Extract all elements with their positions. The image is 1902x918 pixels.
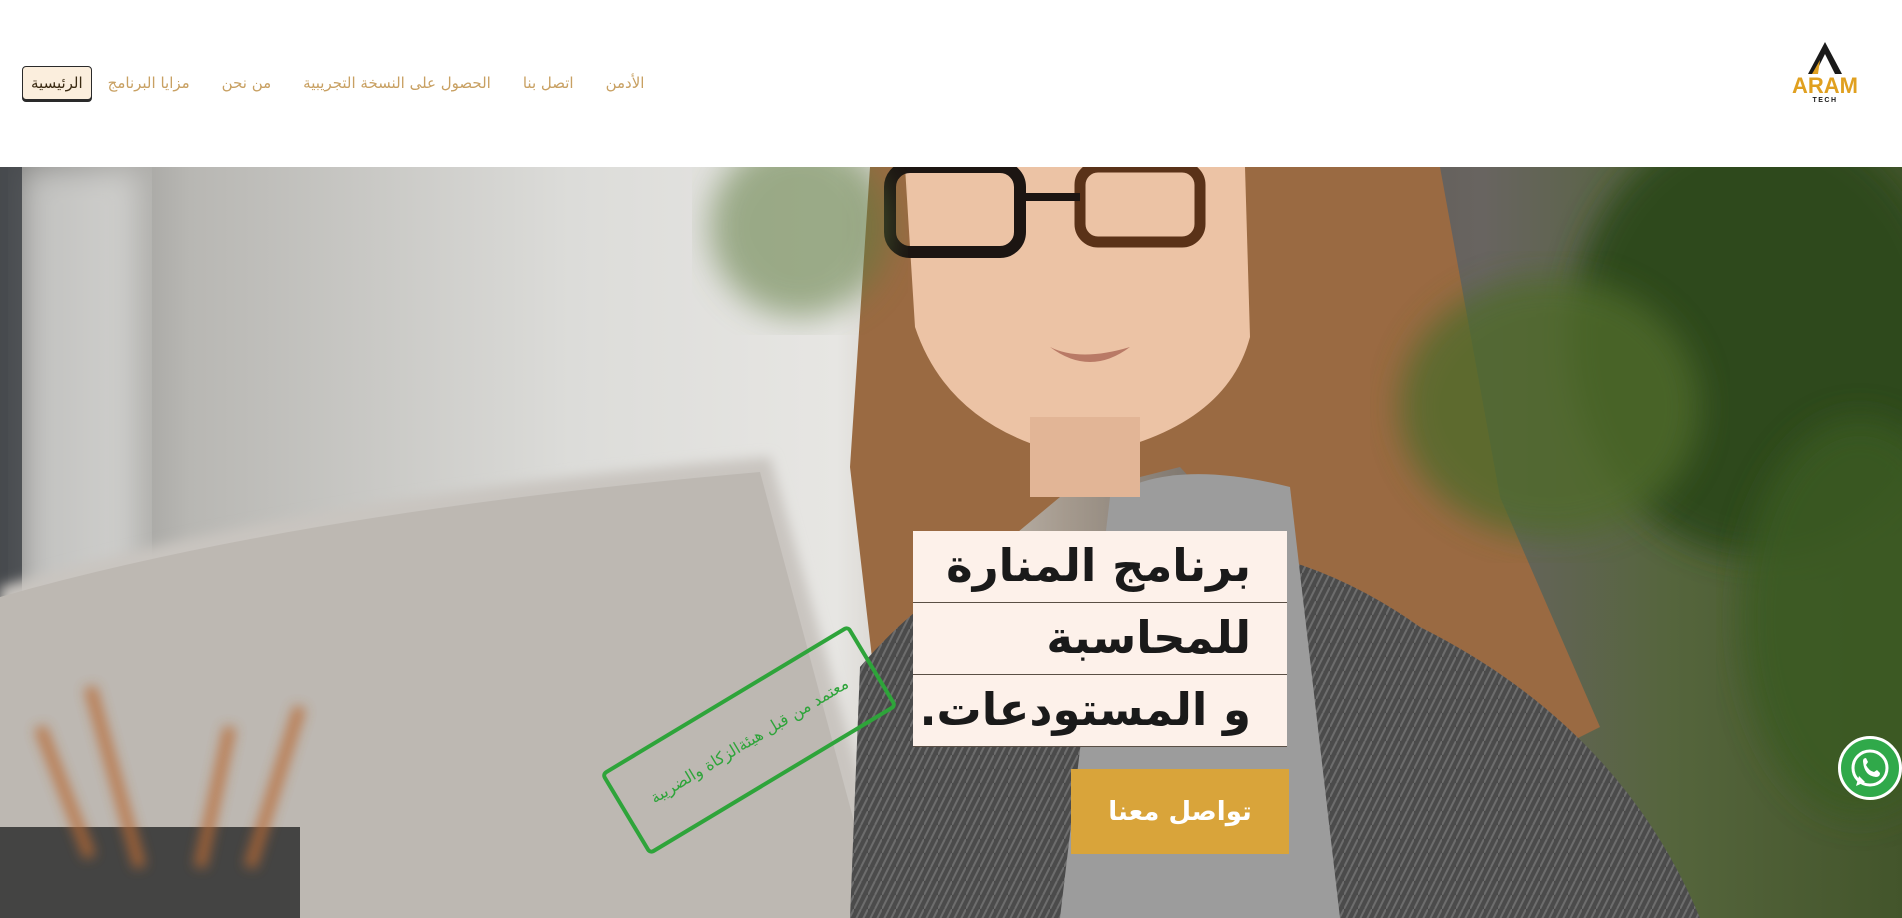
hero-title-line-3: و المستودعات.: [913, 675, 1287, 747]
nav-item-about[interactable]: من نحن: [206, 67, 288, 99]
hero-section: معتمد من قبل هيئةالزكاة والضريبة برنامج …: [0, 167, 1902, 918]
whatsapp-icon: [1851, 749, 1889, 787]
main-nav: الرئيسية مزايا البرنامج من نحن الحصول عل…: [14, 63, 660, 103]
nav-item-features[interactable]: مزايا البرنامج: [92, 67, 206, 99]
logo-word: ARAM: [1792, 73, 1858, 98]
aram-tech-logo[interactable]: ARAM TECH: [1788, 38, 1862, 104]
hero-title: برنامج المنارة للمحاسبة و المستودعات.: [913, 531, 1287, 747]
nav-item-contact[interactable]: اتصل بنا: [507, 67, 590, 99]
contact-us-button[interactable]: تواصل معنا: [1071, 769, 1289, 854]
nav-item-home[interactable]: الرئيسية: [22, 66, 92, 100]
logo-subword: TECH: [1812, 97, 1837, 104]
whatsapp-button[interactable]: [1838, 736, 1902, 800]
hero-title-line-2: للمحاسبة: [913, 603, 1287, 675]
nav-item-trial[interactable]: الحصول على النسخة التجريبية: [287, 67, 507, 99]
hero-title-line-1: برنامج المنارة: [913, 531, 1287, 603]
nav-item-admin[interactable]: الأدمن: [590, 67, 661, 99]
site-header: الرئيسية مزايا البرنامج من نحن الحصول عل…: [0, 0, 1902, 167]
